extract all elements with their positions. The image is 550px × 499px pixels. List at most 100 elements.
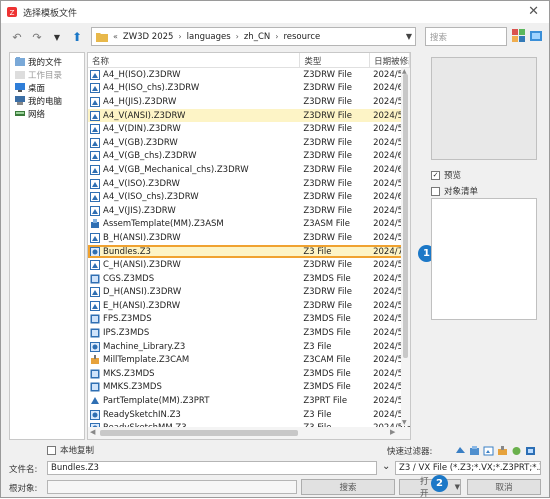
file-name-cell: A4_V(GB_Mechanical_chs).Z3DRW <box>88 164 300 175</box>
column-name-header[interactable]: 名称 <box>88 53 301 67</box>
file-row[interactable]: A4_V(JIS).Z3DRW Z3DRW File 2024/5/3 <box>88 204 410 218</box>
checkbox-unchecked-icon[interactable] <box>47 445 56 455</box>
file-row[interactable]: ReadySketchIN.Z3 Z3 File 2024/5/3 <box>88 408 410 422</box>
scroll-down-icon[interactable]: ▼ <box>402 419 407 426</box>
file-row[interactable]: A4_V(ANSI).Z3DRW Z3DRW File 2024/5/3 <box>88 108 410 123</box>
file-name-cell: D_H(ANSI).Z3DRW <box>88 287 300 298</box>
root-object-input[interactable] <box>47 480 297 494</box>
sidebar-item-desktop[interactable]: 桌面 <box>10 81 84 94</box>
filter-drawing-icon[interactable] <box>482 445 494 456</box>
file-row[interactable]: B_H(ANSI).Z3DRW Z3DRW File 2024/5/3 <box>88 231 410 245</box>
sidebar-item-working-dir[interactable]: 工作目录 <box>10 68 84 81</box>
file-row[interactable]: E_H(ANSI).Z3DRW Z3DRW File 2024/5/3 <box>88 299 410 313</box>
filename-input[interactable]: Bundles.Z3 <box>47 461 377 475</box>
local-copy-checkbox[interactable]: 本地复制 <box>47 444 94 456</box>
file-row[interactable]: Machine_Library.Z3 Z3 File 2024/5/3 <box>88 340 410 354</box>
file-row[interactable]: A4_V(GB_Mechanical_chs).Z3DRW Z3DRW File 2… <box>88 163 410 177</box>
close-icon[interactable]: ✕ <box>528 4 539 19</box>
quick-filter-icons <box>454 445 536 456</box>
file-type: Z3DRW File <box>303 287 352 298</box>
sidebar-item-network[interactable]: 网络 <box>10 107 84 120</box>
back-icon[interactable]: ↶ <box>9 29 25 45</box>
vertical-scroll-thumb[interactable] <box>403 74 408 358</box>
checkbox-checked-icon[interactable]: ✓ <box>431 170 440 180</box>
file-row[interactable]: FPS.Z3MDS Z3MDS File 2024/5/3 <box>88 313 410 327</box>
scroll-left-icon[interactable]: ◀ <box>90 428 95 436</box>
file-row[interactable]: AssemTemplate(MM).Z3ASM Z3ASM File 2024/5/… <box>88 218 410 232</box>
view-options-icon[interactable] <box>512 29 526 43</box>
file-row[interactable]: PartTemplate(MM).Z3PRT Z3PRT File 2024/5/3 <box>88 394 410 408</box>
file-row[interactable]: D_H(ANSI).Z3DRW Z3DRW File 2024/5/3 <box>88 286 410 300</box>
file-row[interactable]: A4_V(ISO).Z3DRW Z3DRW File 2024/5/3 <box>88 177 410 191</box>
filter-standard-icon[interactable] <box>510 445 522 456</box>
search-button[interactable]: 搜索 <box>301 479 395 495</box>
file-row[interactable]: IPS.Z3MDS Z3MDS File 2024/5/3 <box>88 326 410 340</box>
filetype-select-value: Z3 / VX File (*.Z3;*.VX;*.Z3PRT;*.Z3AS <box>399 463 540 473</box>
expand-chevron-icon[interactable]: ⌄ <box>382 461 390 472</box>
object-list-pane <box>431 198 537 320</box>
file-list[interactable]: 名称 类型 日期被修改 A4_H(ISO).Z3DRWZ3DRW File202… <box>87 52 411 440</box>
object-list-checkbox[interactable]: 对象清单 <box>431 185 478 197</box>
file-row[interactable]: MillTemplate.Z3CAM Z3CAM File 2024/5/3 <box>88 353 410 367</box>
address-dropdown-icon[interactable]: ▼ <box>406 32 412 41</box>
checkbox-unchecked-icon[interactable] <box>431 186 440 196</box>
filter-part-icon[interactable] <box>454 445 466 456</box>
file-row[interactable]: A4_V(ISO_chs).Z3DRW Z3DRW File 2024/6/1 <box>88 190 410 204</box>
title-bar: Z 选择模板文件 ✕ <box>1 1 549 23</box>
network-icon <box>15 111 25 116</box>
file-row[interactable]: C_H(ANSI).Z3DRW Z3DRW File 2024/5/3 <box>88 258 410 272</box>
file-name-cell: A4_H(JIS).Z3DRW <box>88 96 300 107</box>
preview-label: 预览 <box>444 171 462 181</box>
preview-checkbox[interactable]: ✓ 预览 <box>431 169 461 181</box>
file-row[interactable]: A4_V(GB_chs).Z3DRW Z3DRW File 2024/6/1 <box>88 150 410 164</box>
filetype-select[interactable]: Z3 / VX File (*.Z3;*.VX;*.Z3PRT;*.Z3AS <box>395 461 541 475</box>
file-row[interactable]: MMKS.Z3MDS Z3MDS File 2024/5/3 <box>88 381 410 395</box>
breadcrumb-languages[interactable]: languages <box>182 32 236 42</box>
scroll-right-icon[interactable]: ▶ <box>390 428 395 436</box>
filter-assembly-icon[interactable] <box>468 445 480 456</box>
file-row[interactable]: Bundles.Z3 Z3 File 2024/7/2 <box>88 244 410 259</box>
file-name-cell: A4_V(GB_chs).Z3DRW <box>88 151 300 162</box>
history-dropdown-icon[interactable]: ▼ <box>49 29 65 45</box>
file-row[interactable]: A4_H(JIS).Z3DRW Z3DRW File 2024/5/3 <box>88 95 410 109</box>
file-row[interactable]: A4_V(DIN).Z3DRW Z3DRW File 2024/5/3 <box>88 122 410 136</box>
file-name: A4_H(JIS).Z3DRW <box>103 96 177 107</box>
file-name-cell: IPS.Z3MDS <box>88 328 300 338</box>
z3-file-icon <box>90 246 100 257</box>
drawing-icon <box>90 232 100 243</box>
search-input[interactable] <box>425 27 507 46</box>
up-folder-icon[interactable]: ⬆ <box>69 29 85 45</box>
file-row[interactable]: MKS.Z3MDS Z3MDS File 2024/5/3 <box>88 367 410 381</box>
breadcrumb-zh-cn[interactable]: zh_CN <box>239 32 275 42</box>
file-type: Z3DRW File <box>303 137 352 148</box>
vertical-scrollbar[interactable]: ▲ ▼ <box>401 68 410 426</box>
filter-sheet-icon[interactable] <box>524 445 536 456</box>
column-date-header[interactable]: 日期被修改 <box>370 53 410 67</box>
horizontal-scrollbar[interactable]: ◀ ▶ <box>88 427 410 439</box>
horizontal-scroll-thumb[interactable] <box>100 430 298 436</box>
breadcrumb-resource[interactable]: resource <box>278 32 325 42</box>
open-button[interactable]: 打开 ▼ <box>399 477 461 499</box>
drawing-icon <box>90 110 100 121</box>
sidebar-item-my-computer[interactable]: 我的电脑 <box>10 94 84 107</box>
file-row[interactable]: A4_H(ISO_chs).Z3DRW Z3DRW File 2024/6/1 <box>88 82 410 96</box>
folder-settings-icon[interactable] <box>529 29 543 43</box>
user-folder-icon <box>15 57 25 66</box>
file-type: Z3DRW File <box>303 192 352 203</box>
file-name: AssemTemplate(MM).Z3ASM <box>103 219 224 230</box>
column-type-header[interactable]: 类型 <box>300 53 371 67</box>
file-row[interactable]: A4_H(ISO).Z3DRW Z3DRW File 2024/5/3 <box>88 68 410 82</box>
open-dropdown-icon[interactable]: ▼ <box>455 483 460 491</box>
sidebar-item-my-files[interactable]: 我的文件 <box>10 55 84 68</box>
forward-icon[interactable]: ↷ <box>29 29 45 45</box>
cancel-button[interactable]: 取消 <box>467 479 541 495</box>
breadcrumb-zw3d[interactable]: ZW3D 2025 <box>118 32 179 42</box>
file-row[interactable]: CGS.Z3MDS Z3MDS File 2024/5/3 <box>88 272 410 286</box>
file-type: Z3DRW File <box>303 164 352 175</box>
drawing-icon <box>90 96 100 107</box>
file-row[interactable]: A4_V(GB).Z3DRW Z3DRW File 2024/5/3 <box>88 136 410 150</box>
filter-cam-icon[interactable] <box>496 445 508 456</box>
drawing-icon <box>90 69 100 80</box>
address-bar[interactable]: « ZW3D 2025 › languages › zh_CN › resour… <box>91 27 416 46</box>
cam-icon <box>90 355 100 365</box>
